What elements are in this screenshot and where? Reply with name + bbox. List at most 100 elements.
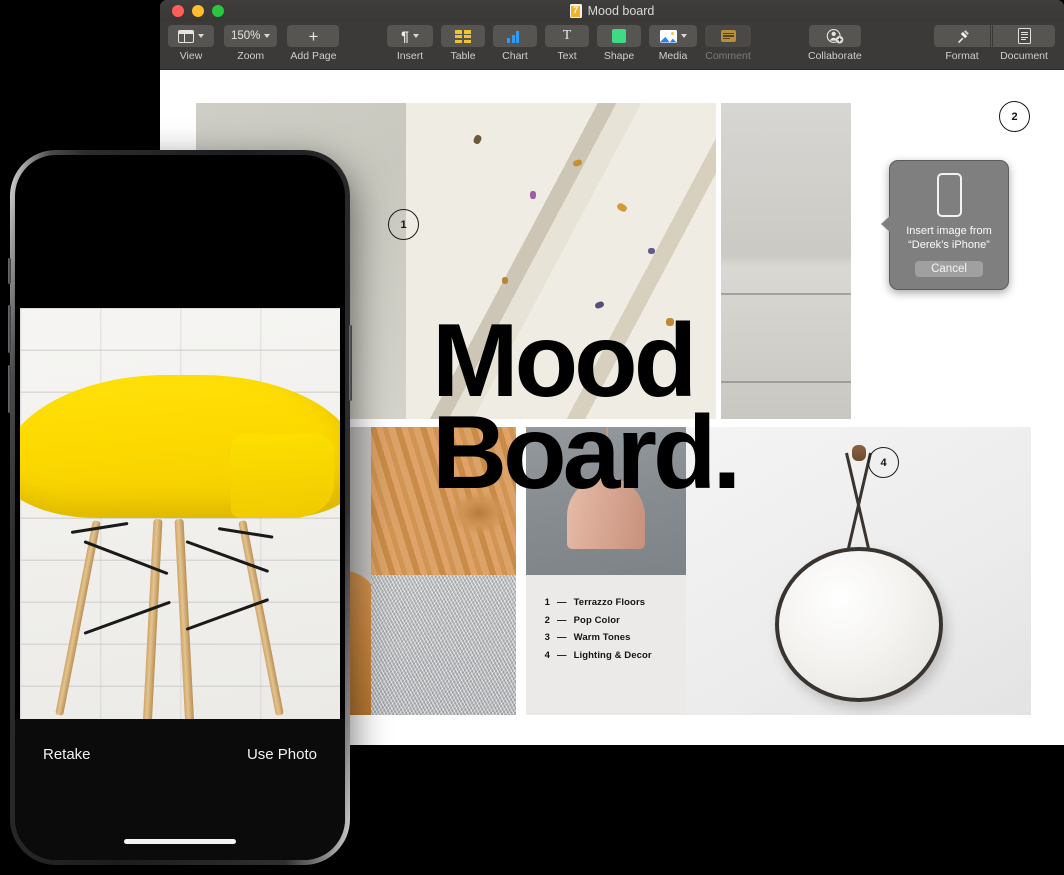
toolbar-format-button[interactable]: Format bbox=[934, 25, 990, 62]
toolbar-table-label: Table bbox=[450, 50, 476, 62]
chevron-down-icon bbox=[198, 34, 204, 38]
toolbar-insert-group: ¶ Insert Table Chart T Text Shape Media … bbox=[387, 25, 751, 62]
pilcrow-icon: ¶ bbox=[401, 28, 409, 44]
camera-preview-controls: Retake Use Photo bbox=[15, 719, 345, 860]
toolbar-text-button[interactable]: T Text bbox=[545, 25, 589, 62]
legend-label: Warm Tones bbox=[573, 632, 631, 643]
retake-button[interactable]: Retake bbox=[43, 746, 91, 763]
window-title: Mood board bbox=[587, 4, 655, 18]
legend-dash: — bbox=[557, 614, 567, 626]
toolbar-chart-label: Chart bbox=[502, 50, 528, 62]
document-icon bbox=[1017, 28, 1031, 44]
chart-icon bbox=[507, 30, 523, 43]
legend-item: 2 — Pop Color bbox=[541, 615, 652, 626]
toolbar-left-group: View 150% Zoom + Add Page bbox=[168, 25, 340, 62]
toolbar-view-button[interactable]: View bbox=[168, 25, 214, 62]
badge-2[interactable]: 2 bbox=[999, 101, 1030, 132]
legend-number: 4 bbox=[544, 649, 550, 661]
legend-number: 1 bbox=[544, 597, 550, 608]
legend-dash: — bbox=[557, 632, 567, 643]
toolbar: View 150% Zoom + Add Page ¶ Insert Table… bbox=[160, 22, 1064, 70]
page-title[interactable]: Mood Board. bbox=[432, 309, 741, 505]
plus-icon: + bbox=[308, 26, 319, 46]
legend-item: 4 — Lighting & Decor bbox=[541, 650, 652, 661]
comment-icon bbox=[720, 30, 736, 42]
toolbar-right-group: Format Document bbox=[934, 25, 1055, 62]
minimize-button-icon[interactable] bbox=[192, 5, 204, 17]
legend-number: 3 bbox=[544, 632, 550, 643]
legend-number: 2 bbox=[544, 614, 550, 626]
badge-number: 2 bbox=[1011, 110, 1018, 123]
screen: Mood board View 150% bbox=[0, 0, 1064, 875]
toolbar-document-button[interactable]: Document bbox=[993, 25, 1055, 62]
legend-dash: — bbox=[557, 649, 567, 661]
zoom-value: 150% bbox=[231, 30, 261, 42]
toolbar-document-label: Document bbox=[1000, 50, 1048, 62]
toolbar-media-button[interactable]: Media bbox=[649, 25, 697, 62]
use-photo-button[interactable]: Use Photo bbox=[247, 746, 317, 763]
legend-item: 1 — Terrazzo Floors bbox=[541, 597, 652, 608]
toolbar-text-label: Text bbox=[557, 50, 577, 62]
power-button[interactable] bbox=[349, 325, 352, 401]
legend-item: 3 — Warm Tones bbox=[541, 632, 652, 643]
chevron-down-icon bbox=[680, 34, 687, 38]
toolbar-media-label: Media bbox=[658, 50, 688, 62]
toolbar-table-button[interactable]: Table bbox=[441, 25, 485, 62]
badge-number: 4 bbox=[880, 456, 887, 469]
iphone-device-icon bbox=[936, 173, 962, 217]
popover-line2: “Derek’s iPhone” bbox=[908, 239, 990, 251]
window-titlebar: Mood board bbox=[160, 0, 1064, 22]
image-fur-rug[interactable] bbox=[371, 575, 516, 715]
chevron-down-icon bbox=[264, 34, 271, 38]
image-concrete-wall-right[interactable] bbox=[721, 103, 851, 419]
chair-arm-shape bbox=[231, 434, 334, 519]
maximize-button-icon[interactable] bbox=[212, 5, 224, 17]
volume-up-button[interactable] bbox=[8, 305, 11, 353]
pages-document-icon bbox=[569, 3, 582, 18]
volume-down-button[interactable] bbox=[8, 365, 11, 413]
collaborate-person-add-icon bbox=[826, 28, 844, 44]
toolbar-shape-label: Shape bbox=[603, 50, 635, 62]
toolbar-shape-button[interactable]: Shape bbox=[597, 25, 641, 62]
insert-image-popover: Insert image from “Derek’s iPhone” Cance… bbox=[881, 160, 1009, 290]
toolbar-view-label: View bbox=[179, 50, 203, 62]
toolbar-collaborate-button[interactable]: Collaborate bbox=[808, 25, 862, 62]
toolbar-format-label: Format bbox=[945, 50, 979, 62]
view-panel-icon bbox=[178, 29, 194, 43]
popover-cancel-button[interactable]: Cancel bbox=[915, 261, 983, 277]
legend-label: Pop Color bbox=[573, 614, 620, 626]
toolbar-comment-button[interactable]: Comment bbox=[705, 25, 751, 62]
format-brush-icon bbox=[955, 29, 970, 44]
toolbar-collaborate-label: Collaborate bbox=[808, 50, 862, 62]
legend-list: 1 — Terrazzo Floors 2 — Pop Color 3 — Wa… bbox=[541, 597, 652, 667]
legend-label: Lighting & Decor bbox=[573, 649, 652, 661]
page-title-line2: Board. bbox=[432, 395, 741, 511]
traffic-lights bbox=[172, 5, 224, 17]
home-indicator[interactable] bbox=[124, 839, 236, 844]
text-t-icon: T bbox=[562, 28, 572, 43]
legend-label: Terrazzo Floors bbox=[573, 597, 646, 608]
badge-1[interactable]: 1 bbox=[388, 209, 419, 240]
badge-number: 1 bbox=[400, 218, 407, 231]
table-icon bbox=[455, 29, 471, 43]
toolbar-insert-label: Insert bbox=[396, 50, 424, 62]
badge-4[interactable]: 4 bbox=[868, 447, 899, 478]
toolbar-insert-button[interactable]: ¶ Insert bbox=[387, 25, 433, 62]
iphone-screen: Retake Use Photo bbox=[15, 155, 345, 860]
silence-switch[interactable] bbox=[8, 258, 11, 284]
legend-dash: — bbox=[557, 597, 567, 608]
shape-icon bbox=[612, 29, 626, 43]
close-button-icon[interactable] bbox=[172, 5, 184, 17]
popover-line1: Insert image from bbox=[906, 225, 992, 237]
popover-message: Insert image from “Derek’s iPhone” bbox=[906, 224, 992, 252]
toolbar-comment-label: Comment bbox=[705, 50, 751, 62]
toolbar-collaborate-group: Collaborate bbox=[808, 25, 862, 62]
toolbar-chart-button[interactable]: Chart bbox=[493, 25, 537, 62]
toolbar-zoom-button[interactable]: 150% Zoom bbox=[224, 25, 278, 62]
captured-photo bbox=[20, 308, 340, 729]
toolbar-add-page-label: Add Page bbox=[290, 50, 337, 62]
window-title-group: Mood board bbox=[160, 0, 1064, 22]
image-round-mirror[interactable] bbox=[686, 427, 1031, 715]
toolbar-add-page-button[interactable]: + Add Page bbox=[287, 25, 340, 62]
iphone-notch bbox=[105, 155, 255, 180]
